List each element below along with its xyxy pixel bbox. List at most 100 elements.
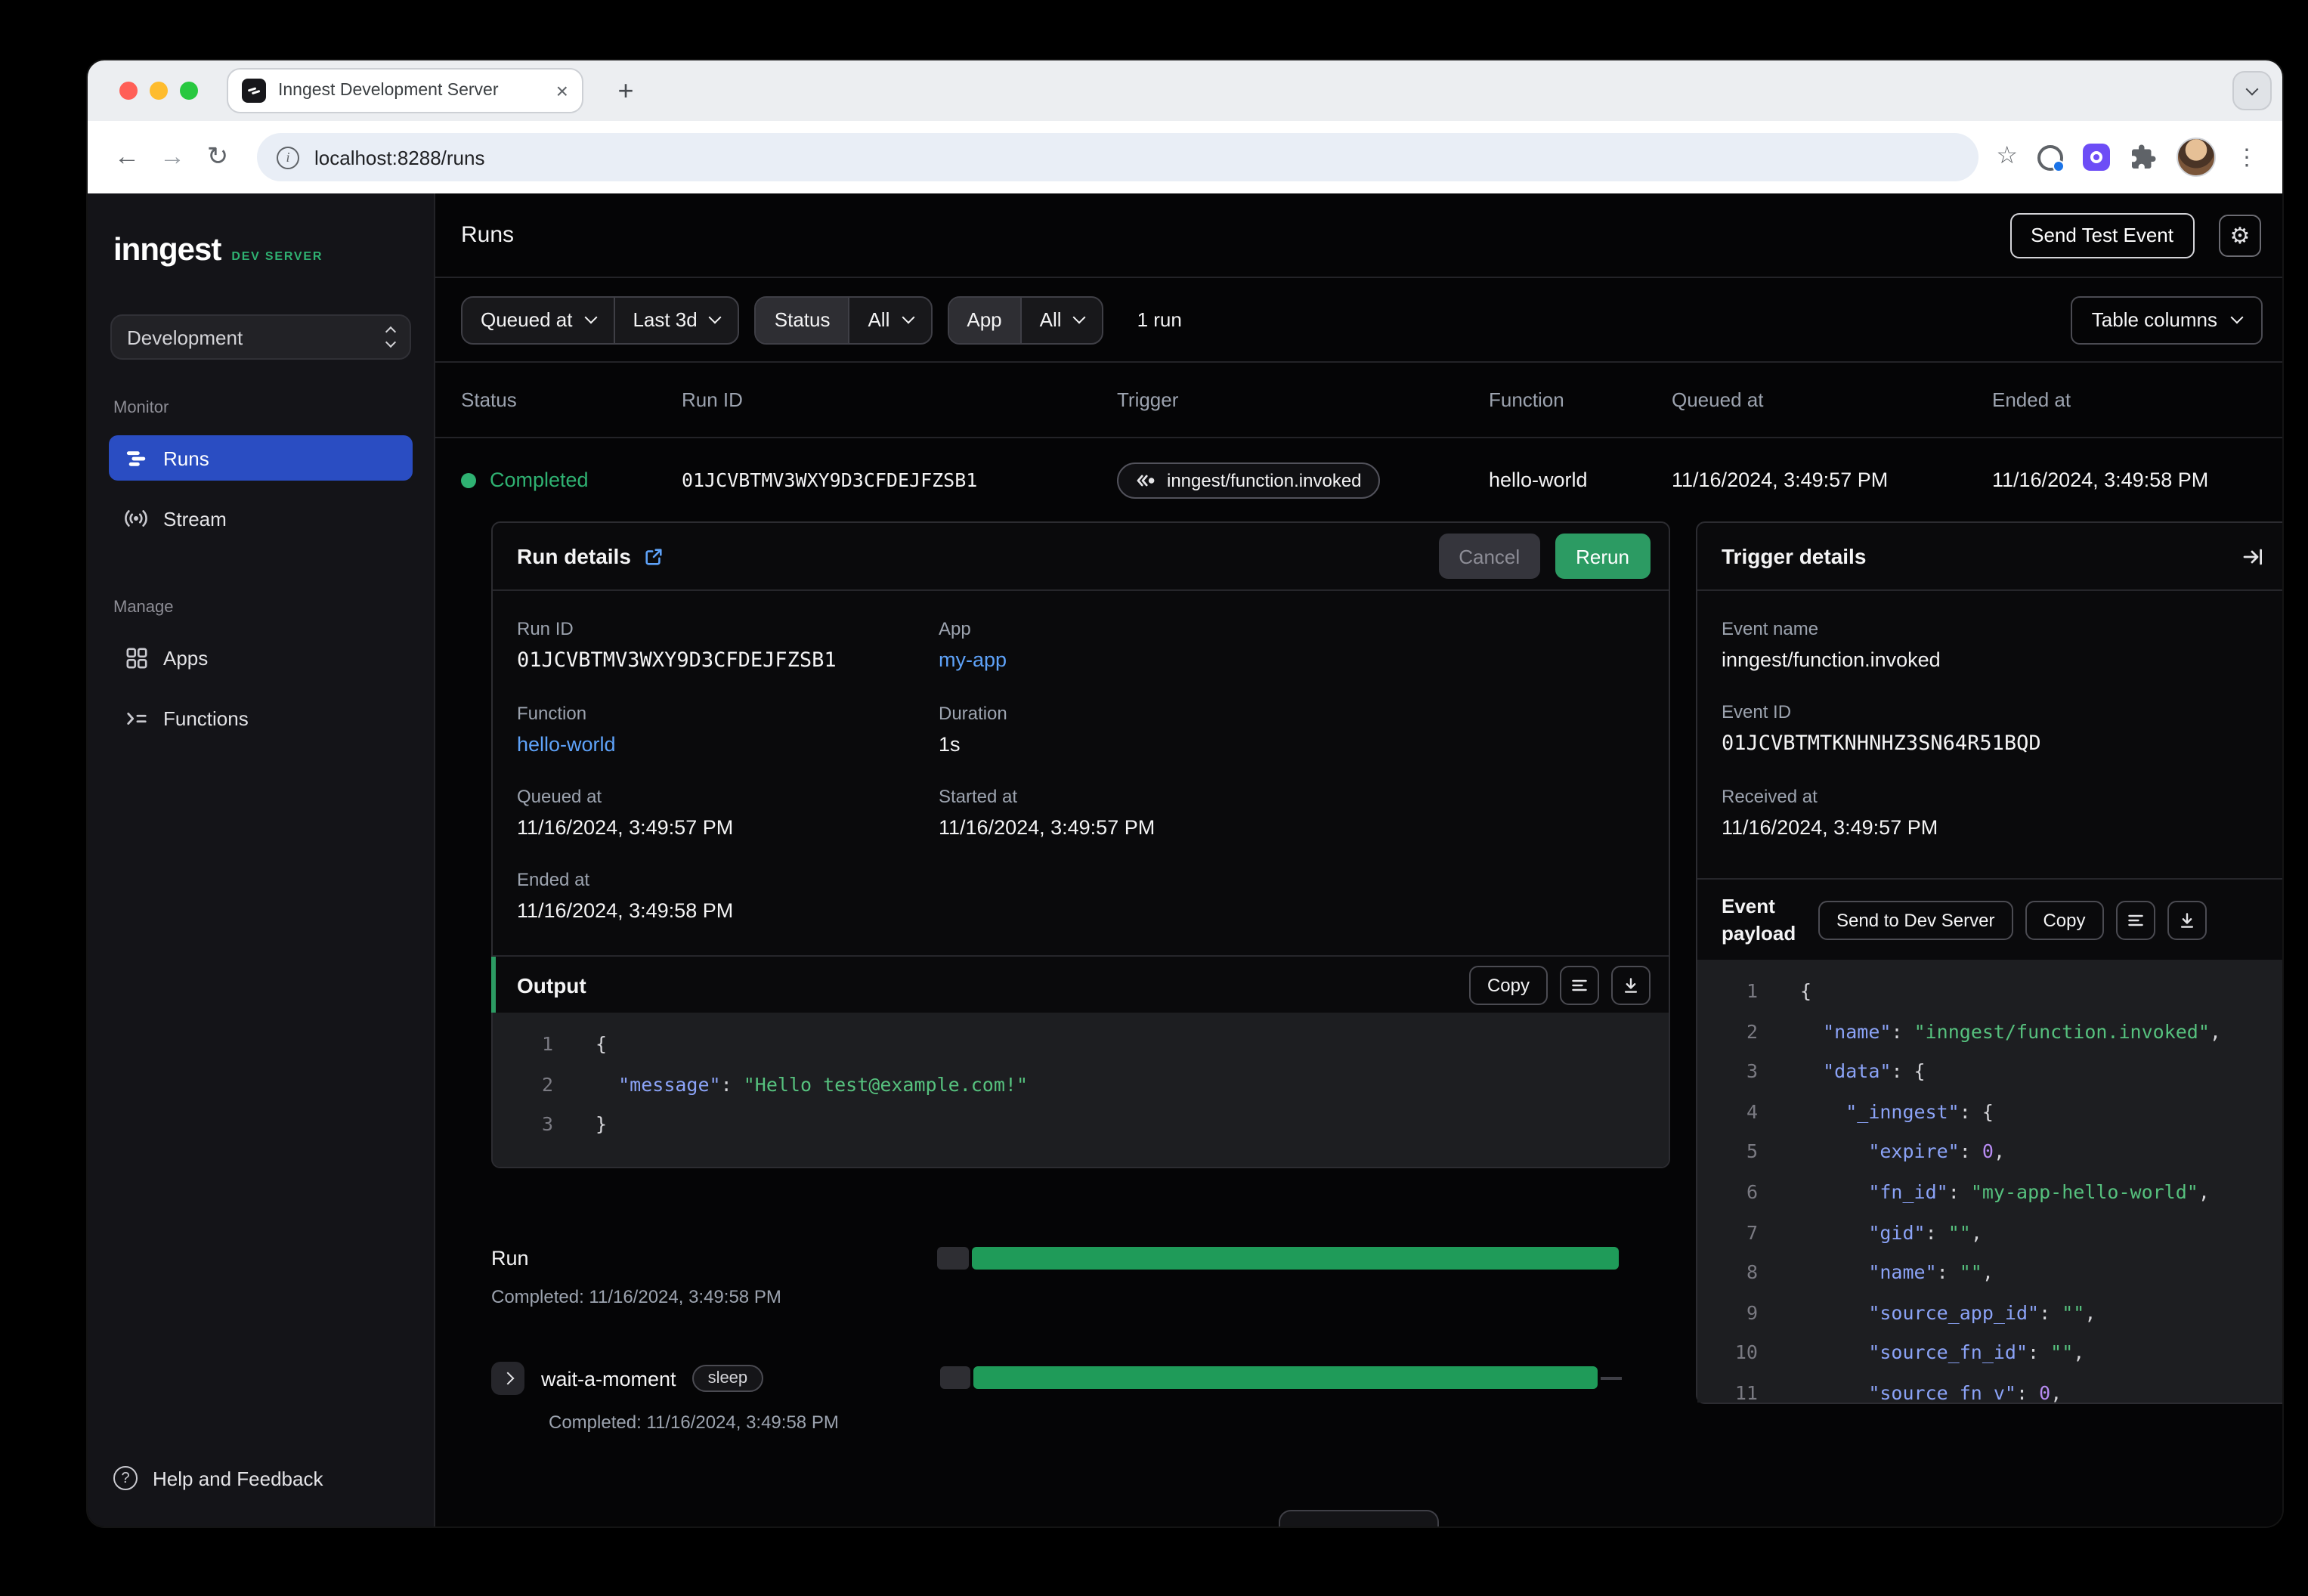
help-icon: ? [113,1466,138,1490]
desktop-background: Inngest Development Server × + ← → ↻ i l… [0,0,2308,1596]
window-controls [119,82,198,100]
time-range-filter[interactable]: Last 3d [613,297,738,342]
browser-window: Inngest Development Server × + ← → ↻ i l… [88,60,2282,1526]
field-received-at: Received at 11/16/2024, 3:49:57 PM [1722,786,1938,839]
url-text: localhost:8288/runs [314,146,485,169]
browser-menu-icon[interactable]: ⋮ [2235,144,2258,171]
profile-avatar[interactable] [2177,138,2216,177]
column-header-ended-at: Ended at [1992,388,2071,411]
scroll-to-bottom-icon[interactable] [2167,900,2207,940]
reload-button[interactable]: ↻ [196,136,239,178]
timeline-step-bar[interactable] [940,1366,1622,1389]
external-link-icon[interactable] [645,546,664,566]
app-link[interactable]: my-app [939,648,1644,671]
scroll-indicator-pill[interactable] [1279,1510,1439,1526]
forward-button[interactable]: → [151,136,193,178]
browser-tab-strip: Inngest Development Server × + [88,60,2282,121]
column-header-status: Status [461,388,517,411]
column-header-function: Function [1489,388,1564,411]
timeline-run-completed: Completed: 11/16/2024, 3:49:58 PM [491,1286,781,1307]
runs-icon [124,446,148,470]
scroll-to-bottom-icon[interactable] [1611,965,1651,1004]
timeline-step-completed: Completed: 11/16/2024, 3:49:58 PM [549,1412,839,1433]
settings-gear-button[interactable]: ⚙ [2219,214,2261,256]
timeline-step-row: wait-a-moment sleep Completed: 11/16/202… [491,1362,1670,1433]
sidebar-item-functions[interactable]: Functions [109,695,413,741]
run-details-title: Run details [517,544,631,568]
sidebar-item-apps[interactable]: Apps [109,635,413,680]
field-function: Function hello-world [517,703,939,756]
chevron-right-icon [500,1372,514,1385]
column-header-trigger: Trigger [1117,388,1179,411]
status-filter-label: Status [756,297,849,342]
copy-output-button[interactable]: Copy [1468,965,1548,1004]
field-duration: Duration 1s [939,703,1007,756]
word-wrap-icon[interactable] [2115,900,2155,940]
copy-payload-button[interactable]: Copy [2025,900,2104,940]
run-timeline: Run Completed: 11/16/2024, 3:49:58 PM wa… [491,1247,1670,1487]
word-wrap-icon[interactable] [1560,965,1599,1004]
send-test-event-button[interactable]: Send Test Event [2009,212,2195,258]
back-button[interactable]: ← [106,136,148,178]
step-name: wait-a-moment [541,1367,676,1390]
rerun-button[interactable]: Rerun [1555,534,1651,579]
output-title: Output [517,973,586,997]
run-details-card: Run details Cancel Rerun Run ID 01JCVBTM… [491,521,1670,1168]
column-header-run-id: Run ID [682,388,743,411]
field-queued-at: Queued at 11/16/2024, 3:49:57 PM [517,786,734,839]
environment-select-value: Development [127,326,243,348]
status-value: Completed [490,469,589,491]
table-columns-button[interactable]: Table columns [2070,295,2263,344]
queued-at-filter[interactable]: Queued at [463,297,613,342]
trigger-pill[interactable]: inngest/function.invoked [1117,462,1380,498]
monitor-section-label: Monitor [113,399,169,417]
chevron-down-icon [709,311,722,324]
sidebar-item-label: Apps [163,646,209,669]
collapse-panel-icon[interactable] [2241,545,2264,568]
ended-at-cell: 11/16/2024, 3:49:58 PM [1992,469,2209,491]
function-link[interactable]: hello-world [517,733,939,756]
close-window-button[interactable] [119,82,138,100]
app-filter-group: App All [947,295,1104,344]
tab-strip-chevron-button[interactable] [2232,71,2272,110]
queued-at-cell: 11/16/2024, 3:49:57 PM [1672,469,1889,491]
output-section-header: Output Copy [491,955,1669,1013]
maximize-window-button[interactable] [180,82,198,100]
minimize-window-button[interactable] [150,82,168,100]
help-and-feedback[interactable]: ? Help and Feedback [88,1466,434,1526]
privacy-extension-icon[interactable] [2037,144,2065,172]
function-cell: hello-world [1489,469,1588,491]
cancel-button[interactable]: Cancel [1439,534,1540,579]
event-payload-header: Event payload Send to Dev Server Copy [1697,878,2282,960]
address-bar[interactable]: i localhost:8288/runs [257,133,1979,181]
bookmark-star-icon[interactable]: ☆ [1996,144,2018,169]
sidebar-item-stream[interactable]: Stream [109,496,413,541]
inngest-logo: inngest [113,233,221,268]
tab-close-icon[interactable]: × [556,80,568,101]
extensions-puzzle-icon[interactable] [2130,144,2157,171]
site-info-icon[interactable]: i [277,146,299,169]
field-started-at: Started at 11/16/2024, 3:49:57 PM [939,786,1156,839]
chevron-down-icon [901,311,914,324]
sidebar-item-runs[interactable]: Runs [109,435,413,481]
table-row[interactable]: Completed 01JCVBTMV3WXY9D3CFDEJFZSB1 inn… [435,438,2282,521]
expanded-run-details: Run details Cancel Rerun Run ID 01JCVBTM… [435,521,2282,1487]
new-tab-button[interactable]: + [608,73,644,109]
timeline-run-bar[interactable] [937,1247,1619,1270]
dev-server-badge: DEV SERVER [231,249,323,263]
manage-section-label: Manage [113,598,174,617]
apps-icon [124,645,148,670]
sidebar-item-label: Runs [163,447,209,469]
trigger-cell: inngest/function.invoked [1117,462,1489,498]
stream-icon [124,506,148,530]
browser-tab[interactable]: Inngest Development Server × [227,68,583,113]
expand-step-button[interactable] [491,1362,524,1395]
password-extension-icon[interactable] [2083,144,2110,171]
run-id-cell: 01JCVBTMV3WXY9D3CFDEJFZSB1 [682,469,978,491]
send-to-dev-server-button[interactable]: Send to Dev Server [1818,900,2013,940]
status-filter-value[interactable]: All [848,297,930,342]
run-details-fields: Run ID 01JCVBTMV3WXY9D3CFDEJFZSB1 App my… [493,591,1669,955]
trigger-details-title: Trigger details [1722,544,1867,568]
app-filter-value[interactable]: All [1019,297,1103,342]
environment-select[interactable]: Development [110,314,411,360]
